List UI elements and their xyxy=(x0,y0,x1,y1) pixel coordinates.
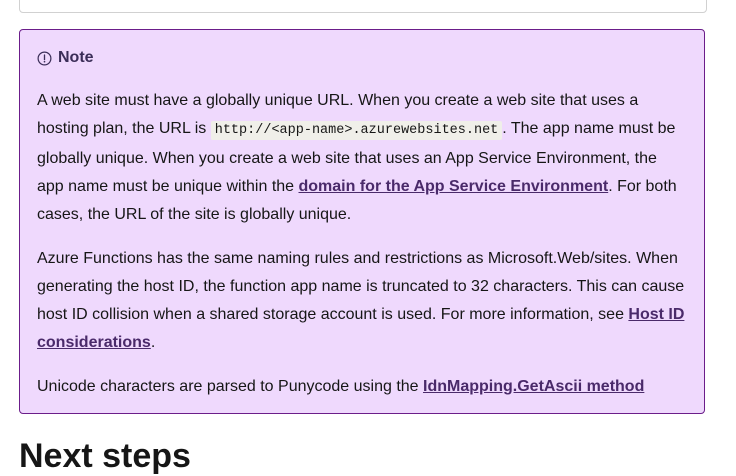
note-header: Note xyxy=(37,44,687,72)
previous-content-box xyxy=(19,0,707,13)
note-paragraph-url: A web site must have a globally unique U… xyxy=(37,87,687,229)
next-steps-heading: Next steps xyxy=(19,437,191,475)
idnmapping-link[interactable]: IdnMapping.GetAscii method xyxy=(423,378,644,395)
ase-domain-link[interactable]: domain for the App Service Environment xyxy=(299,178,609,195)
note-paragraph-functions: Azure Functions has the same naming rule… xyxy=(37,245,687,357)
note-paragraph-unicode: Unicode characters are parsed to Punycod… xyxy=(37,373,687,401)
note-text: Unicode characters are parsed to Punycod… xyxy=(37,378,424,395)
note-text: . xyxy=(150,334,156,351)
url-code: http://<app-name>.azurewebsites.net xyxy=(210,121,503,140)
note-callout: Note A web site must have a globally uni… xyxy=(19,29,705,414)
note-text: Azure Functions has the same naming rule… xyxy=(37,250,685,323)
info-circle-icon xyxy=(37,51,52,65)
note-title: Note xyxy=(58,49,94,66)
